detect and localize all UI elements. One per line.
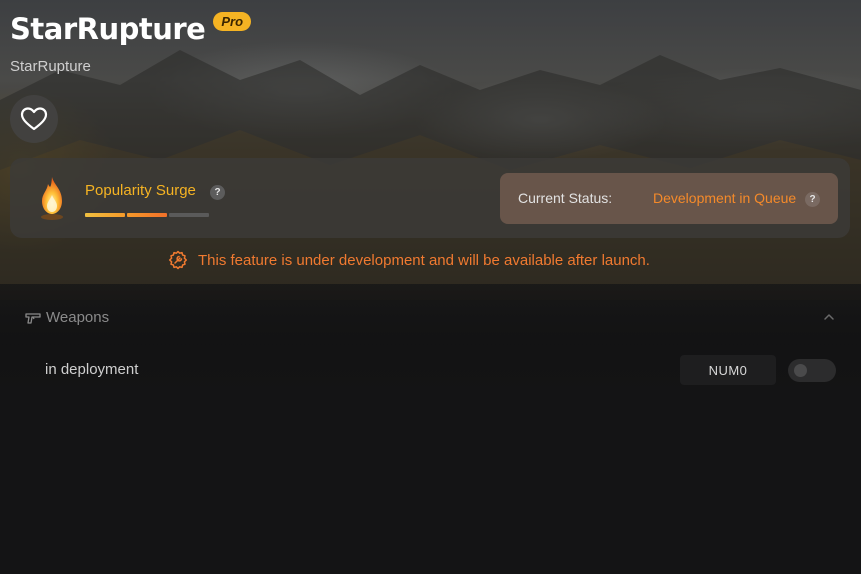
popularity-help-icon[interactable]: ? [210,185,225,200]
section-header-weapons[interactable]: Weapons [25,309,109,326]
cheat-row-label: in deployment [45,361,139,378]
settings-list-area [10,395,850,574]
hotkey-button[interactable]: NUM0 [680,355,776,385]
popularity-meter-segment [85,213,125,217]
popularity-meter-segment [127,213,167,217]
page-subtitle: StarRupture [10,58,91,75]
favorite-button[interactable] [10,95,58,143]
page-title: StarRupture [10,12,206,46]
heart-outline-icon [20,107,48,131]
chevron-up-icon[interactable] [822,310,836,324]
development-notice-text: This feature is under development and wi… [198,251,650,269]
popularity-meter-segment [169,213,209,217]
development-notice: This feature is under development and wi… [168,250,650,270]
pro-badge: Pro [213,12,252,31]
toggle-knob [794,364,807,377]
gun-icon [25,312,41,324]
status-help-icon[interactable]: ? [805,192,820,207]
section-title: Weapons [46,309,110,326]
status-value: Development in Queue [653,190,797,206]
gear-wrench-icon [168,250,188,270]
title-row: StarRupture Pro [10,12,252,46]
popularity-card: Popularity Surge ? Current Status: Devel… [10,158,850,238]
cheat-toggle[interactable] [788,359,836,382]
status-box: Current Status: Development in Queue ? [500,173,838,224]
flame-icon [41,177,63,220]
popularity-meter [85,213,209,217]
status-label: Current Status: [518,190,613,206]
popularity-label: Popularity Surge [85,182,196,199]
